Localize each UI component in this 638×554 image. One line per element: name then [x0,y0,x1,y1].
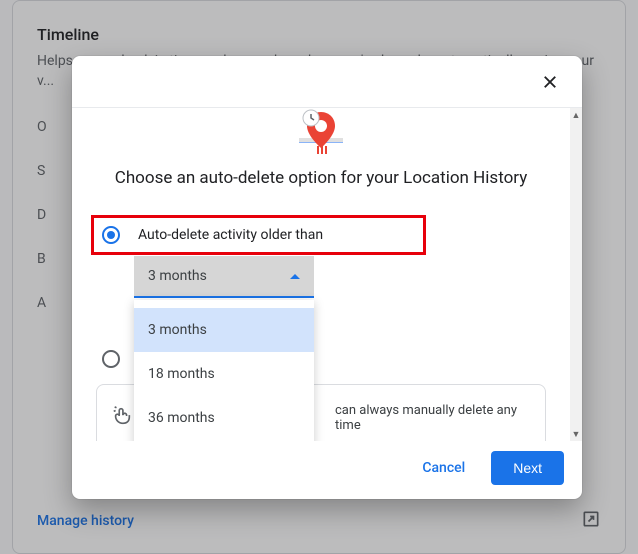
location-history-icon [96,108,546,156]
radio-auto-delete[interactable] [102,226,120,244]
scroll-up-arrow[interactable]: ▲ [570,108,582,122]
duration-dropdown[interactable]: 3 months [134,256,314,298]
dropdown-option-18-months[interactable]: 18 months [134,352,314,396]
info-text: can always manually delete any time [335,403,531,433]
close-button[interactable] [534,66,566,98]
dropdown-option-3-months[interactable]: 3 months [134,308,314,352]
next-button[interactable]: Next [491,451,564,485]
option-label: Auto-delete activity older than [138,227,323,243]
radio-dont-auto-delete[interactable] [102,350,120,368]
scrollbar[interactable]: ▲ ▼ [570,108,582,441]
auto-delete-modal: Choose an auto-delete option for your Lo… [72,56,582,499]
dropdown-option-36-months[interactable]: 36 months [134,396,314,440]
option-auto-delete[interactable]: Auto-delete activity older than [96,218,546,252]
dropdown-selected-value: 3 months [148,268,207,284]
chevron-up-icon [290,274,300,279]
tap-icon [111,405,133,431]
scroll-down-arrow[interactable]: ▼ [570,427,582,441]
modal-title: Choose an auto-delete option for your Lo… [96,168,546,188]
cancel-button[interactable]: Cancel [412,452,475,484]
dropdown-menu: 3 months 18 months 36 months [134,300,314,441]
close-icon [541,73,559,91]
